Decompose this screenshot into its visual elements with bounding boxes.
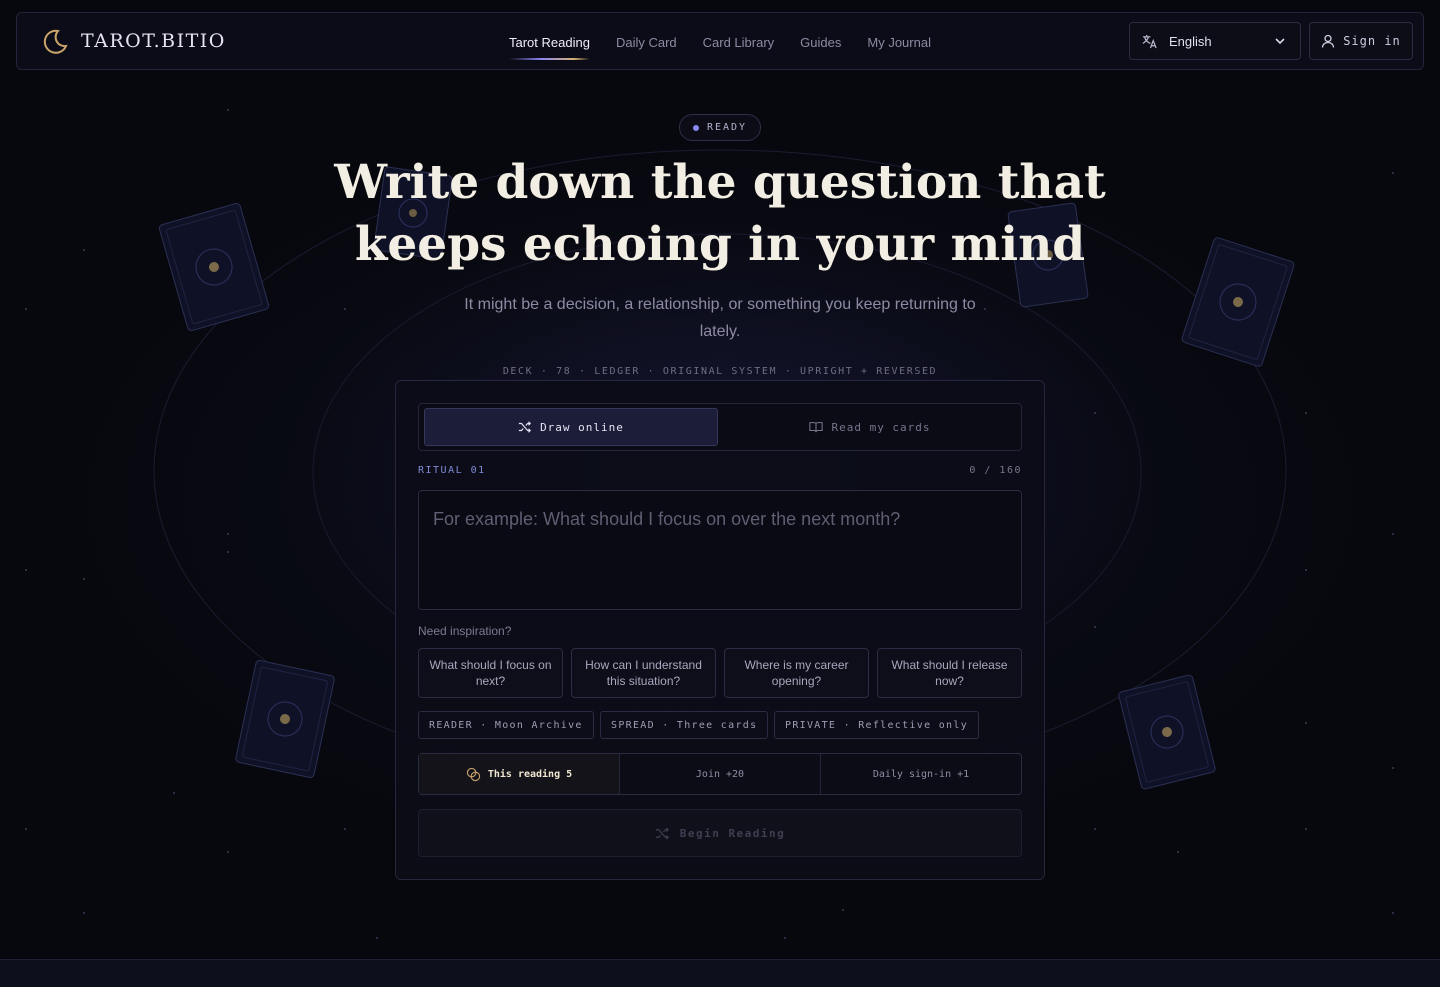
credit-label: Daily sign-in +1 <box>872 768 970 780</box>
char-counter: 0 / 160 <box>969 465 1022 476</box>
shuffle-icon <box>655 826 669 840</box>
tab-read-my-cards[interactable]: Read my cards <box>723 408 1017 446</box>
translate-icon <box>1142 34 1157 48</box>
deck-meta: DECK · 78 · LEDGER · ORIGINAL SYSTEM · U… <box>502 366 938 377</box>
tab-draw-online[interactable]: Draw online <box>424 408 718 446</box>
shuffle-icon <box>518 421 532 433</box>
begin-reading-button[interactable]: Begin Reading <box>418 809 1022 857</box>
coins-icon <box>466 767 480 781</box>
nav-label: Card Library <box>702 34 775 50</box>
suggestion-chip[interactable]: Where is my career opening? <box>724 648 869 698</box>
page-title: Write down the question that keeps echoi… <box>334 155 1106 272</box>
suggestion-list: What should I focus on next? How can I u… <box>418 648 1022 698</box>
credits-bar: This reading 5 Join +20 Daily sign-in +1 <box>418 753 1022 795</box>
credit-label: Join +20 <box>695 768 745 780</box>
sign-in-button[interactable]: Sign in <box>1309 22 1413 60</box>
book-icon <box>809 422 824 433</box>
tab-label: Draw online <box>540 420 624 434</box>
nav-guides[interactable]: Guides <box>800 13 841 71</box>
footer-edge <box>0 959 1440 987</box>
chevron-down-icon <box>1275 38 1285 45</box>
status-dot <box>692 124 699 131</box>
nav-tarot-reading[interactable]: Tarot Reading <box>509 13 590 71</box>
spread-tag: SPREAD · Three cards <box>600 711 769 739</box>
credit-label: This reading 5 <box>487 768 573 780</box>
question-input[interactable] <box>418 490 1022 610</box>
reader-tag: READER · Moon Archive <box>418 711 594 739</box>
active-nav-indicator <box>509 58 590 60</box>
privacy-tag: PRIVATE · Reflective only <box>774 711 980 739</box>
mode-tabs: Draw online Read my cards <box>418 403 1022 451</box>
inspiration-label: Need inspiration? <box>418 624 512 638</box>
sign-in-label: Sign in <box>1343 34 1401 48</box>
nav-label: Guides <box>800 34 842 50</box>
nav-label: Daily Card <box>615 34 677 50</box>
status-label: READY <box>706 122 748 133</box>
nav-label: Tarot Reading <box>509 34 590 50</box>
suggestion-chip[interactable]: What should I focus on next? <box>418 648 563 698</box>
credit-daily-sign-in[interactable]: Daily sign-in +1 <box>821 754 1021 794</box>
top-navbar: TAROT.BITIO Tarot Reading Daily Card Car… <box>16 12 1424 70</box>
tab-label: Read my cards <box>831 420 931 434</box>
crescent-moon-icon <box>43 29 68 54</box>
nav-daily-card[interactable]: Daily Card <box>616 13 677 71</box>
user-icon <box>1322 34 1335 48</box>
begin-label: Begin Reading <box>679 826 786 840</box>
nav-label: My Journal <box>867 34 931 50</box>
language-select[interactable]: English <box>1129 22 1301 60</box>
ritual-label: RITUAL 01 <box>418 465 486 476</box>
nav-card-library[interactable]: Card Library <box>703 13 775 71</box>
brand-logo[interactable]: TAROT.BITIO <box>41 27 226 55</box>
page-subtitle: It might be a decision, a relationship, … <box>464 296 976 340</box>
language-value: English <box>1169 33 1212 49</box>
status-badge: READY <box>679 114 761 141</box>
credit-this-reading: This reading 5 <box>419 754 620 794</box>
nav-my-journal[interactable]: My Journal <box>867 13 931 71</box>
reading-panel: Draw online Read my cards RITUAL 01 0 / … <box>395 380 1045 880</box>
suggestion-chip[interactable]: How can I understand this situation? <box>571 648 716 698</box>
main-nav: Tarot Reading Daily Card Card Library Gu… <box>509 13 957 71</box>
suggestion-chip[interactable]: What should I release now? <box>877 648 1022 698</box>
brand-name: TAROT.BITIO <box>81 30 226 52</box>
credit-join[interactable]: Join +20 <box>620 754 821 794</box>
